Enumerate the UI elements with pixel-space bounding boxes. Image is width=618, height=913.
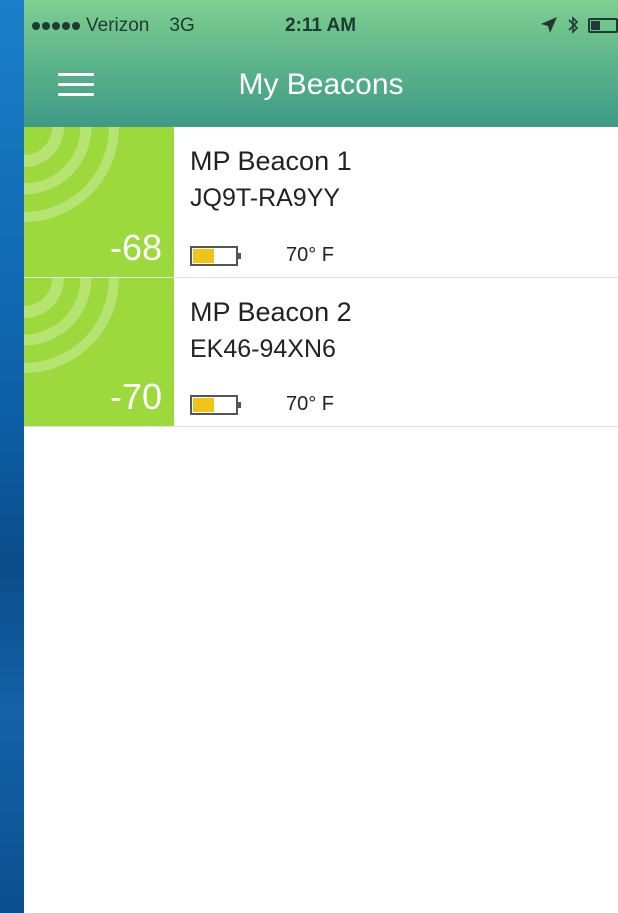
bluetooth-icon: [568, 16, 579, 34]
beacon-row[interactable]: -70 MP Beacon 2 EK46-94XN6 70° F: [24, 278, 618, 427]
beacon-info: MP Beacon 1 JQ9T-RA9YY: [190, 145, 352, 214]
page-title: My Beacons: [238, 68, 404, 101]
phone-screen: Verizon 3G 2:11 AM My Beacons -68 MP Bea…: [24, 0, 618, 913]
rssi-value: -70: [109, 376, 162, 417]
status-bar: Verizon 3G 2:11 AM: [24, 0, 618, 56]
status-time: 2:11 AM: [285, 15, 357, 36]
carrier-name: Verizon: [86, 15, 150, 36]
carrier-info: Verizon 3G: [32, 15, 195, 37]
navigation-bar: My Beacons: [24, 56, 618, 127]
beacon-meta: 70° F: [190, 244, 334, 267]
beacon-name: MP Beacon 1: [190, 146, 352, 176]
location-arrow-icon: [541, 17, 557, 33]
battery-level-icon: [190, 245, 241, 266]
rssi-value: -68: [109, 227, 162, 268]
beacon-row[interactable]: -68 MP Beacon 1 JQ9T-RA9YY 70° F: [24, 127, 618, 278]
backdrop-background: [0, 0, 24, 913]
beacon-serial: EK46-94XN6: [190, 335, 336, 363]
beacon-meta: 70° F: [190, 393, 334, 416]
rssi-badge: -68: [24, 127, 174, 277]
status-icons: [540, 14, 618, 36]
battery-icon: [588, 17, 618, 33]
signal-strength-icon: [32, 22, 80, 30]
beacon-temperature: 70° F: [286, 393, 335, 415]
beacon-name: MP Beacon 2: [190, 297, 352, 327]
app-header: Verizon 3G 2:11 AM My Beacons: [24, 0, 618, 127]
rssi-badge: -70: [24, 278, 174, 426]
beacon-temperature: 70° F: [286, 244, 335, 266]
beacon-info: MP Beacon 2 EK46-94XN6: [190, 296, 352, 365]
beacon-list: -68 MP Beacon 1 JQ9T-RA9YY 70° F -70 MP …: [24, 127, 618, 427]
network-type: 3G: [169, 15, 195, 36]
battery-level-icon: [190, 394, 241, 415]
beacon-serial: JQ9T-RA9YY: [190, 184, 341, 212]
